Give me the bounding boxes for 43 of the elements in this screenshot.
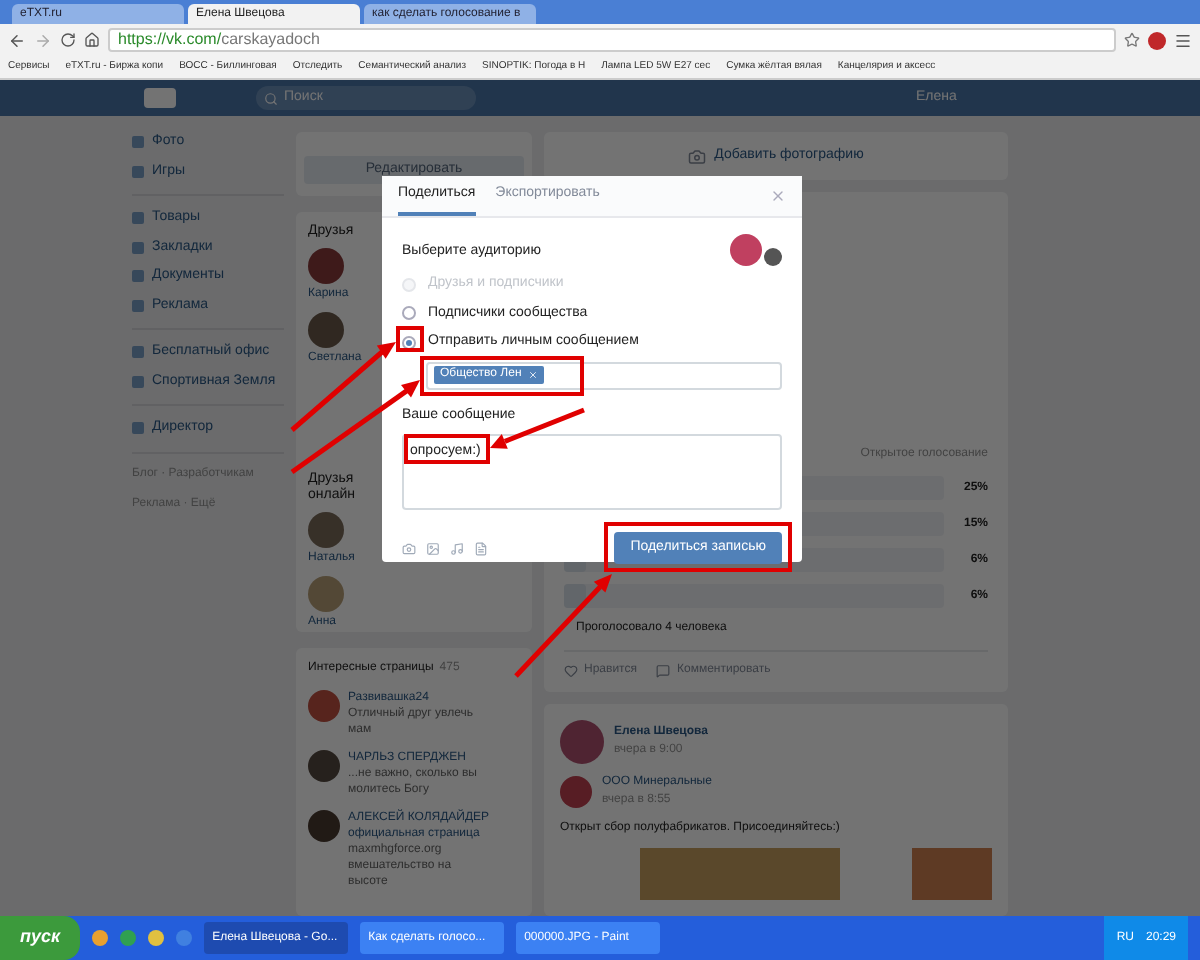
close-icon[interactable] <box>770 188 786 204</box>
camera-icon <box>688 147 707 165</box>
menu-item-icon <box>132 212 144 225</box>
camera-icon[interactable] <box>402 541 416 555</box>
back-icon[interactable] <box>8 31 26 49</box>
heart-icon <box>564 664 578 678</box>
menu-item-icon <box>132 422 144 435</box>
avatar <box>308 312 344 348</box>
music-icon[interactable] <box>450 541 464 555</box>
comment-icon <box>656 664 671 678</box>
menu-item-icon <box>132 299 144 312</box>
reload-icon[interactable] <box>60 32 76 48</box>
radio[interactable] <box>402 335 416 350</box>
star-icon[interactable] <box>1124 32 1140 48</box>
address-field[interactable]: https://vk.com/carskayadoch <box>108 28 1116 52</box>
document-icon[interactable] <box>474 541 488 555</box>
start-button[interactable]: пуск <box>0 916 81 960</box>
logo-icon[interactable] <box>144 88 176 108</box>
radio[interactable] <box>402 306 416 321</box>
annotation-arrow <box>290 342 396 432</box>
avatar <box>308 690 340 722</box>
menu-item-icon <box>132 346 144 359</box>
menu-item-icon <box>132 270 144 283</box>
menu-item-icon <box>132 375 144 388</box>
photo-placeholder <box>912 848 992 900</box>
home-icon[interactable] <box>84 32 100 48</box>
avatar <box>308 576 344 612</box>
avatar <box>308 750 340 782</box>
menu-item-icon <box>132 165 144 178</box>
image-icon[interactable] <box>426 541 440 555</box>
avatar <box>560 720 604 764</box>
highlight-frame <box>404 434 490 464</box>
highlight-frame <box>396 326 424 352</box>
extension-icon[interactable] <box>1148 31 1166 49</box>
avatar <box>308 512 344 548</box>
avatar <box>560 776 592 808</box>
search-icon <box>264 91 278 105</box>
avatar <box>308 810 340 842</box>
menu-item-icon <box>132 136 144 149</box>
forward-icon[interactable] <box>34 31 52 49</box>
menu-icon[interactable] <box>1174 31 1192 49</box>
menu-item-icon <box>132 241 144 254</box>
avatar <box>308 248 344 284</box>
